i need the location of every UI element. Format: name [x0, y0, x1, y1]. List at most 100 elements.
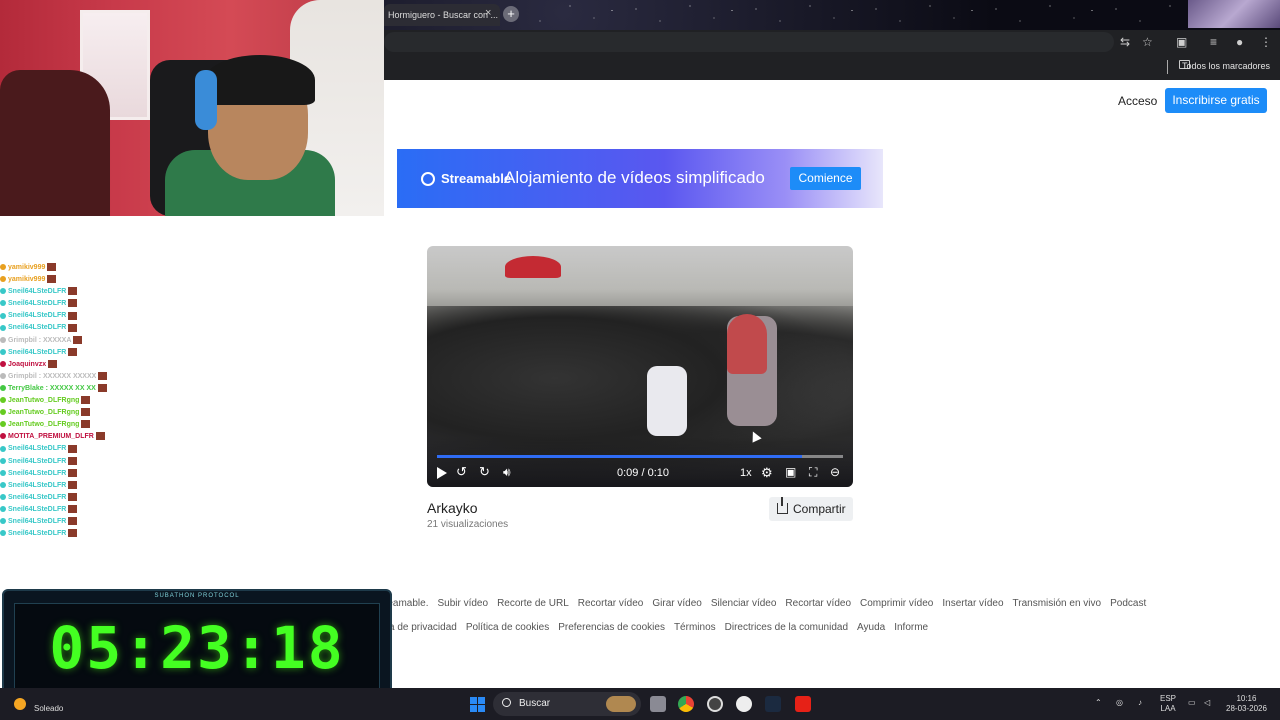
- chat-badge-icon: [0, 373, 6, 379]
- footer-link[interactable]: Informe: [894, 622, 928, 633]
- browser-tab[interactable]: Hormiguero - Buscar con ...: [384, 4, 500, 26]
- windows-start-icon[interactable]: [470, 697, 485, 712]
- bookmark-star-icon[interactable]: ☆: [1142, 35, 1153, 49]
- playback-speed-button[interactable]: 1x: [740, 467, 752, 479]
- search-highlight-image[interactable]: [606, 696, 636, 712]
- get-started-button[interactable]: Comience: [790, 167, 861, 190]
- video-progress-bar[interactable]: [437, 455, 843, 458]
- new-tab-button[interactable]: +: [503, 6, 519, 22]
- footer-link[interactable]: Silenciar vídeo: [711, 598, 777, 609]
- chat-username: Grimpbil : XXXXXX XXXXX: [8, 372, 97, 380]
- chat-username: Sneil64LSteDLFR: [8, 288, 67, 296]
- translate-icon[interactable]: ⇆: [1120, 35, 1130, 49]
- promo-banner[interactable]: Streamable Alojamiento de vídeos simplif…: [397, 149, 883, 208]
- streamable-link-icon[interactable]: ⊖: [830, 465, 840, 479]
- volume-tray-icon[interactable]: ◁: [1204, 698, 1210, 708]
- language-indicator[interactable]: ESP LAA: [1160, 694, 1176, 714]
- footer-link[interactable]: Podcast: [1110, 598, 1146, 609]
- extensions-icon[interactable]: ▣: [1176, 35, 1187, 49]
- play-icon[interactable]: [437, 467, 447, 479]
- chat-emote-icon: [68, 468, 78, 477]
- chat-message: JeanTutwo_DLFRgng: [0, 407, 140, 419]
- chat-username: Sneil64LSteDLFR: [8, 481, 67, 489]
- youtube-icon[interactable]: [795, 696, 811, 712]
- video-player[interactable]: ↺ ↻ 🔊︎ 0:09 / 0:10 1x ⚙ ▣ ⛶ ⊖: [427, 246, 853, 487]
- weather-label[interactable]: Soleado: [34, 704, 63, 713]
- timer-digits: 05:23:18: [49, 614, 345, 682]
- chat-emote-icon: [68, 323, 78, 332]
- footer-link[interactable]: Política de cookies: [466, 622, 549, 633]
- chat-username: JeanTutwo_DLFRgng: [8, 409, 80, 417]
- login-link[interactable]: Acceso: [1118, 94, 1157, 108]
- chat-username: Sneil64LSteDLFR: [8, 493, 67, 501]
- display-icon[interactable]: ▭: [1188, 698, 1196, 708]
- chat-username: Sneil64LSteDLFR: [8, 348, 67, 356]
- keyboard-layout: LAA: [1160, 704, 1176, 713]
- picture-in-picture-icon[interactable]: ▣: [785, 465, 796, 479]
- chat-message: Sneil64LSteDLFR: [0, 298, 140, 310]
- footer-link[interactable]: Directrices de la comunidad: [725, 622, 848, 633]
- reading-list-icon[interactable]: ≡: [1210, 35, 1217, 49]
- webcam-headset: [195, 70, 217, 130]
- rewind-icon[interactable]: ↺: [456, 464, 467, 480]
- timer-label: SUBATHON PROTOCOL: [154, 593, 240, 599]
- chat-badge-icon: [0, 324, 6, 331]
- footer-link[interactable]: ca de privacidad: [384, 622, 457, 633]
- chat-emote-icon: [47, 263, 57, 272]
- footer-link[interactable]: Comprimir vídeo: [860, 598, 933, 609]
- chat-emote-icon: [68, 505, 78, 514]
- volume-icon[interactable]: 🔊︎: [503, 465, 511, 480]
- forward-icon[interactable]: ↻: [479, 464, 490, 480]
- footer-link[interactable]: Girar vídeo: [652, 598, 701, 609]
- chat-username: Sneil64LSteDLFR: [8, 517, 67, 525]
- clock[interactable]: 10:16 28-03-2026: [1226, 694, 1267, 714]
- tab-title: Hormiguero - Buscar con ...: [388, 10, 499, 20]
- chat-message: Sneil64LSteDLFR: [0, 480, 140, 492]
- window-thumbnail: [1188, 0, 1280, 28]
- weather-sun-icon[interactable]: [14, 698, 26, 710]
- footer-link[interactable]: Recortar vídeo: [785, 598, 851, 609]
- windows-taskbar: Soleado Buscar ⌃ ◎ ♪ ESP LAA ▭ ◁ 10:16 2…: [0, 688, 1280, 720]
- video-frame-hair: [727, 314, 767, 374]
- chat-badge-icon: [0, 336, 6, 343]
- signup-button[interactable]: Inscribirse gratis: [1165, 88, 1267, 113]
- profile-icon[interactable]: ●: [1236, 35, 1243, 49]
- media-player-icon[interactable]: [736, 696, 752, 712]
- footer-link[interactable]: Transmisión en vivo: [1013, 598, 1102, 609]
- tray-chevron-icon[interactable]: ⌃: [1095, 698, 1102, 708]
- tab-close-icon[interactable]: ×: [485, 7, 491, 19]
- steam-icon[interactable]: [765, 696, 781, 712]
- screen: Hormiguero - Buscar con ... × + ⇆ ☆ ▣ ≡ …: [0, 0, 1280, 720]
- share-button[interactable]: Compartir: [769, 497, 853, 521]
- chat-username: MOTITA_PREMIUM_DLFR: [8, 433, 94, 441]
- chat-username: Sneil64LSteDLFR: [8, 457, 67, 465]
- chat-badge-icon: [0, 409, 6, 416]
- task-view-icon[interactable]: [650, 696, 666, 712]
- obs-icon[interactable]: [707, 696, 723, 712]
- footer-link[interactable]: Términos: [674, 622, 716, 633]
- network-icon[interactable]: ◎: [1116, 698, 1123, 708]
- footer-link[interactable]: Recorte de URL: [497, 598, 569, 609]
- footer-link[interactable]: Preferencias de cookies: [558, 622, 665, 633]
- chat-badge-icon: [0, 276, 6, 283]
- footer-link[interactable]: Recortar vídeo: [578, 598, 644, 609]
- chrome-icon[interactable]: [678, 696, 694, 712]
- all-bookmarks-button[interactable]: Todos los marcadores: [1182, 61, 1270, 71]
- video-frame-cap: [505, 256, 561, 278]
- chat-username: Grimpbil : XXXXXA: [8, 336, 72, 344]
- webcam-hair: [205, 55, 315, 105]
- settings-gear-icon[interactable]: ⚙: [761, 465, 773, 481]
- address-bar[interactable]: [384, 32, 1114, 52]
- footer-link[interactable]: Subir vídeo: [437, 598, 488, 609]
- microphone-icon[interactable]: ♪: [1138, 698, 1142, 708]
- chat-message: Grimpbil : XXXXXX XXXXX: [0, 371, 140, 383]
- chat-message: Sneil64LSteDLFR: [0, 310, 140, 322]
- chat-badge-icon: [0, 360, 6, 367]
- footer-link[interactable]: Ayuda: [857, 622, 885, 633]
- chat-message: Sneil64LSteDLFR: [0, 468, 140, 480]
- fullscreen-icon[interactable]: ⛶: [809, 465, 817, 480]
- footer-link[interactable]: Insertar vídeo: [942, 598, 1003, 609]
- chat-emote-icon: [95, 432, 105, 441]
- menu-icon[interactable]: ⋮: [1260, 35, 1272, 49]
- footer-links-row-1: reamable. Subir vídeo Recorte de URL Recort…: [384, 598, 1155, 609]
